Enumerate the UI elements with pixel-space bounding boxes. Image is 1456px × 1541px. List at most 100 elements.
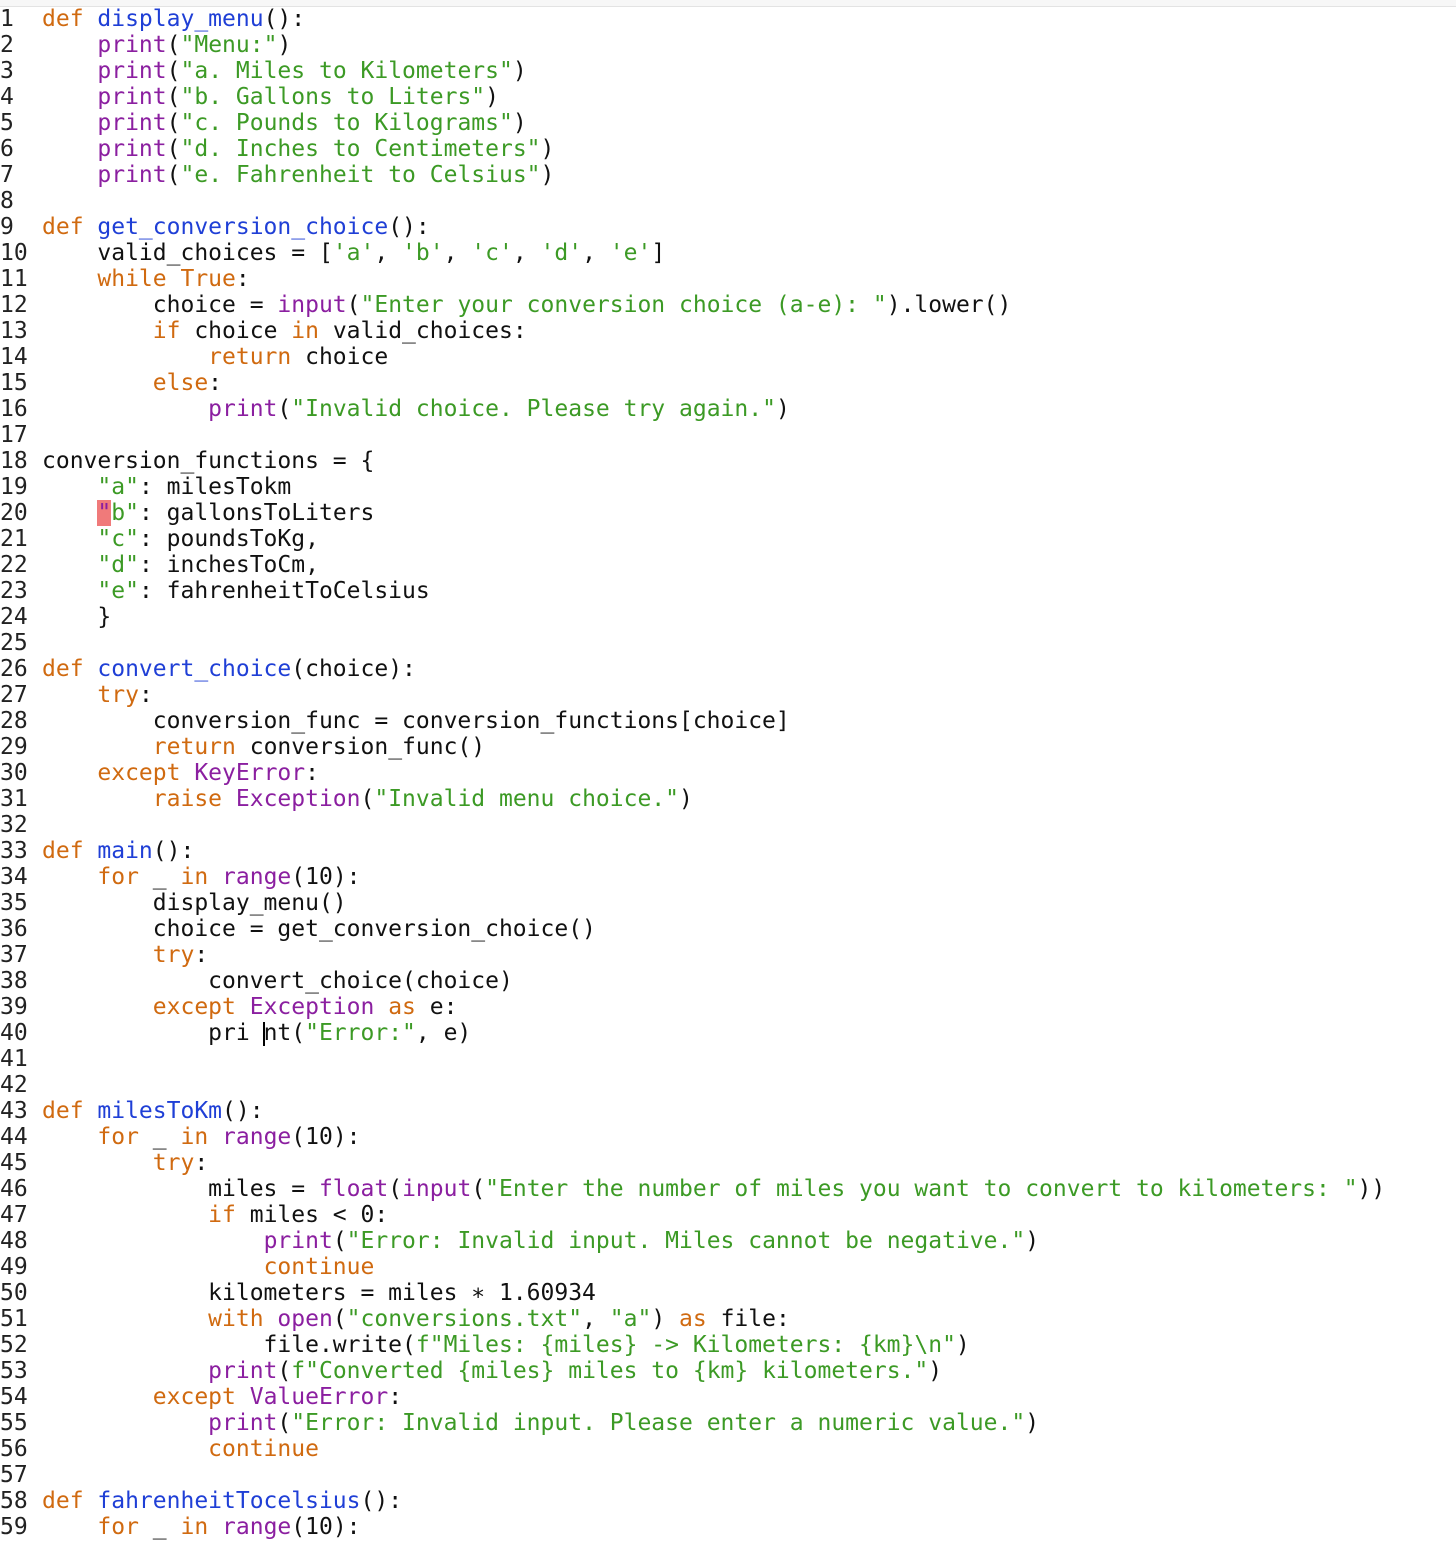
code-line[interactable]: 54 except ValueError: [0,1384,1456,1410]
code-line[interactable]: 26 def convert_choice(choice): [0,656,1456,682]
code-token-text: ( [166,58,181,84]
code-line[interactable]: 14 return choice [0,344,1456,370]
code-line[interactable]: 7 print("e. Fahrenheit to Celsius") [0,162,1456,188]
code-line[interactable]: 32 [0,812,1456,838]
code-line[interactable]: 6 print("d. Inches to Centimeters") [0,136,1456,162]
code-line[interactable]: 47 if miles < 0: [0,1202,1456,1228]
code-token-text: _ [138,864,181,890]
code-line[interactable]: 38 convert_choice(choice) [0,968,1456,994]
line-number: 18 [0,448,28,474]
code-token-kw: raise [152,786,236,812]
line-number: 30 [0,760,28,786]
code-line[interactable]: 59 for _ in range(10): [0,1514,1456,1540]
code-line[interactable]: 30 except KeyError: [0,760,1456,786]
code-text: convert_choice(choice) [42,968,513,994]
code-line[interactable]: 44 for _ in range(10): [0,1124,1456,1150]
code-line[interactable]: 23 "e": fahrenheitToCelsius [0,578,1456,604]
code-line[interactable]: 4 print("b. Gallons to Liters") [0,84,1456,110]
code-text: if choice in valid_choices: [42,318,527,344]
line-number: 59 [0,1514,28,1540]
code-text: try: [42,1150,208,1176]
code-line[interactable]: 52 file.write(f"Miles: {miles} -> Kilome… [0,1332,1456,1358]
code-line[interactable]: 40 pri nt("Error:", e) [0,1020,1456,1046]
code-token-kw: in [180,1514,223,1540]
code-line[interactable]: 51 with open("conversions.txt", "a") as … [0,1306,1456,1332]
code-line[interactable]: 58 def fahrenheitTocelsius(): [0,1488,1456,1514]
code-token-builtin: print [97,136,167,162]
code-line[interactable]: 16 print("Invalid choice. Please try aga… [0,396,1456,422]
code-text: print("Error: Invalid input. Miles canno… [42,1228,1039,1254]
code-token-builtin: input [402,1176,472,1202]
code-line[interactable]: 56 continue [0,1436,1456,1462]
code-line[interactable]: 2 print("Menu:") [0,32,1456,58]
code-line[interactable]: 28 conversion_func = conversion_function… [0,708,1456,734]
code-line[interactable]: 27 try: [0,682,1456,708]
code-text: pri nt("Error:", e) [42,1020,471,1046]
line-number: 58 [0,1488,28,1514]
code-line[interactable]: 50 kilometers = miles ∗ 1.60934 [0,1280,1456,1306]
code-line[interactable]: 49 continue [0,1254,1456,1280]
code-token-def: display_menu [97,6,264,32]
code-line[interactable]: 18 conversion_functions = { [0,448,1456,474]
code-line[interactable]: 24 } [0,604,1456,630]
code-token-str: 'c' [471,240,513,266]
code-line[interactable]: 1 def display_menu(): [0,6,1456,32]
code-line[interactable]: 10 valid_choices = ['a', 'b', 'c', 'd', … [0,240,1456,266]
code-line[interactable]: 8 [0,188,1456,214]
code-line[interactable]: 20 "b": gallonsToLiters [0,500,1456,526]
code-line[interactable]: 25 [0,630,1456,656]
code-token-str: "c. Pounds to Kilograms" [180,110,513,136]
code-token-text: ) [485,84,499,110]
code-token-text: (): [263,6,306,32]
code-text: for _ in range(10): [42,864,360,890]
code-line[interactable]: 5 print("c. Pounds to Kilograms") [0,110,1456,136]
code-line[interactable]: 53 print(f"Converted {miles} miles to {k… [0,1358,1456,1384]
code-line[interactable]: 35 display_menu() [0,890,1456,916]
code-line[interactable]: 13 if choice in valid_choices: [0,318,1456,344]
code-line[interactable]: 29 return conversion_func() [0,734,1456,760]
code-line[interactable]: 34 for _ in range(10): [0,864,1456,890]
line-number: 16 [0,396,28,422]
code-line[interactable]: 43 def milesToKm(): [0,1098,1456,1124]
code-line[interactable]: 33 def main(): [0,838,1456,864]
code-text: for _ in range(10): [42,1514,361,1540]
code-line[interactable]: 3 print("a. Miles to Kilometers") [0,58,1456,84]
code-line[interactable]: 17 [0,422,1456,448]
code-line[interactable]: 37 try: [0,942,1456,968]
code-line[interactable]: 46 miles = float(input("Enter the number… [0,1176,1456,1202]
code-line[interactable]: 15 else: [0,370,1456,396]
code-line[interactable]: 42 [0,1072,1456,1098]
code-line[interactable]: 19 "a": milesTokm [0,474,1456,500]
code-line[interactable]: 9 def get_conversion_choice(): [0,214,1456,240]
code-token-def: get_conversion_choice [97,214,389,240]
code-token-builtin: print [97,110,167,136]
code-line[interactable]: 45 try: [0,1150,1456,1176]
code-token-str: "conversions.txt" [346,1306,583,1332]
code-line[interactable]: 48 print("Error: Invalid input. Miles ca… [0,1228,1456,1254]
code-text: except KeyError: [42,760,319,786]
code-editor[interactable]: 1 def display_menu(): 2 print("Menu:") 3 pr… [0,6,1456,1541]
code-token-kw: as [679,1306,707,1332]
code-line[interactable]: 57 [0,1462,1456,1488]
code-line[interactable]: 31 raise Exception("Invalid menu choice.… [0,786,1456,812]
code-line[interactable]: 11 while True: [0,266,1456,292]
line-number: 19 [0,474,28,500]
code-line[interactable]: 36 choice = get_conversion_choice() [0,916,1456,942]
code-token-text: : gallonsToLiters [138,500,375,526]
code-token-kw: in [180,1124,223,1150]
line-number: 48 [0,1228,28,1254]
code-token-builtin: print [97,58,167,84]
code-line[interactable]: 55 print("Error: Invalid input. Please e… [0,1410,1456,1436]
code-line[interactable]: 22 "d": inchesToCm, [0,552,1456,578]
code-line[interactable]: 41 [0,1046,1456,1072]
code-line[interactable]: 21 "c": poundsToKg, [0,526,1456,552]
code-line[interactable]: 12 choice = input("Enter your conversion… [0,292,1456,318]
code-token-text: ( [166,136,181,162]
code-line[interactable]: 39 except Exception as e: [0,994,1456,1020]
code-token-text: (10): [291,1514,361,1540]
code-token-text: ) [512,58,527,84]
